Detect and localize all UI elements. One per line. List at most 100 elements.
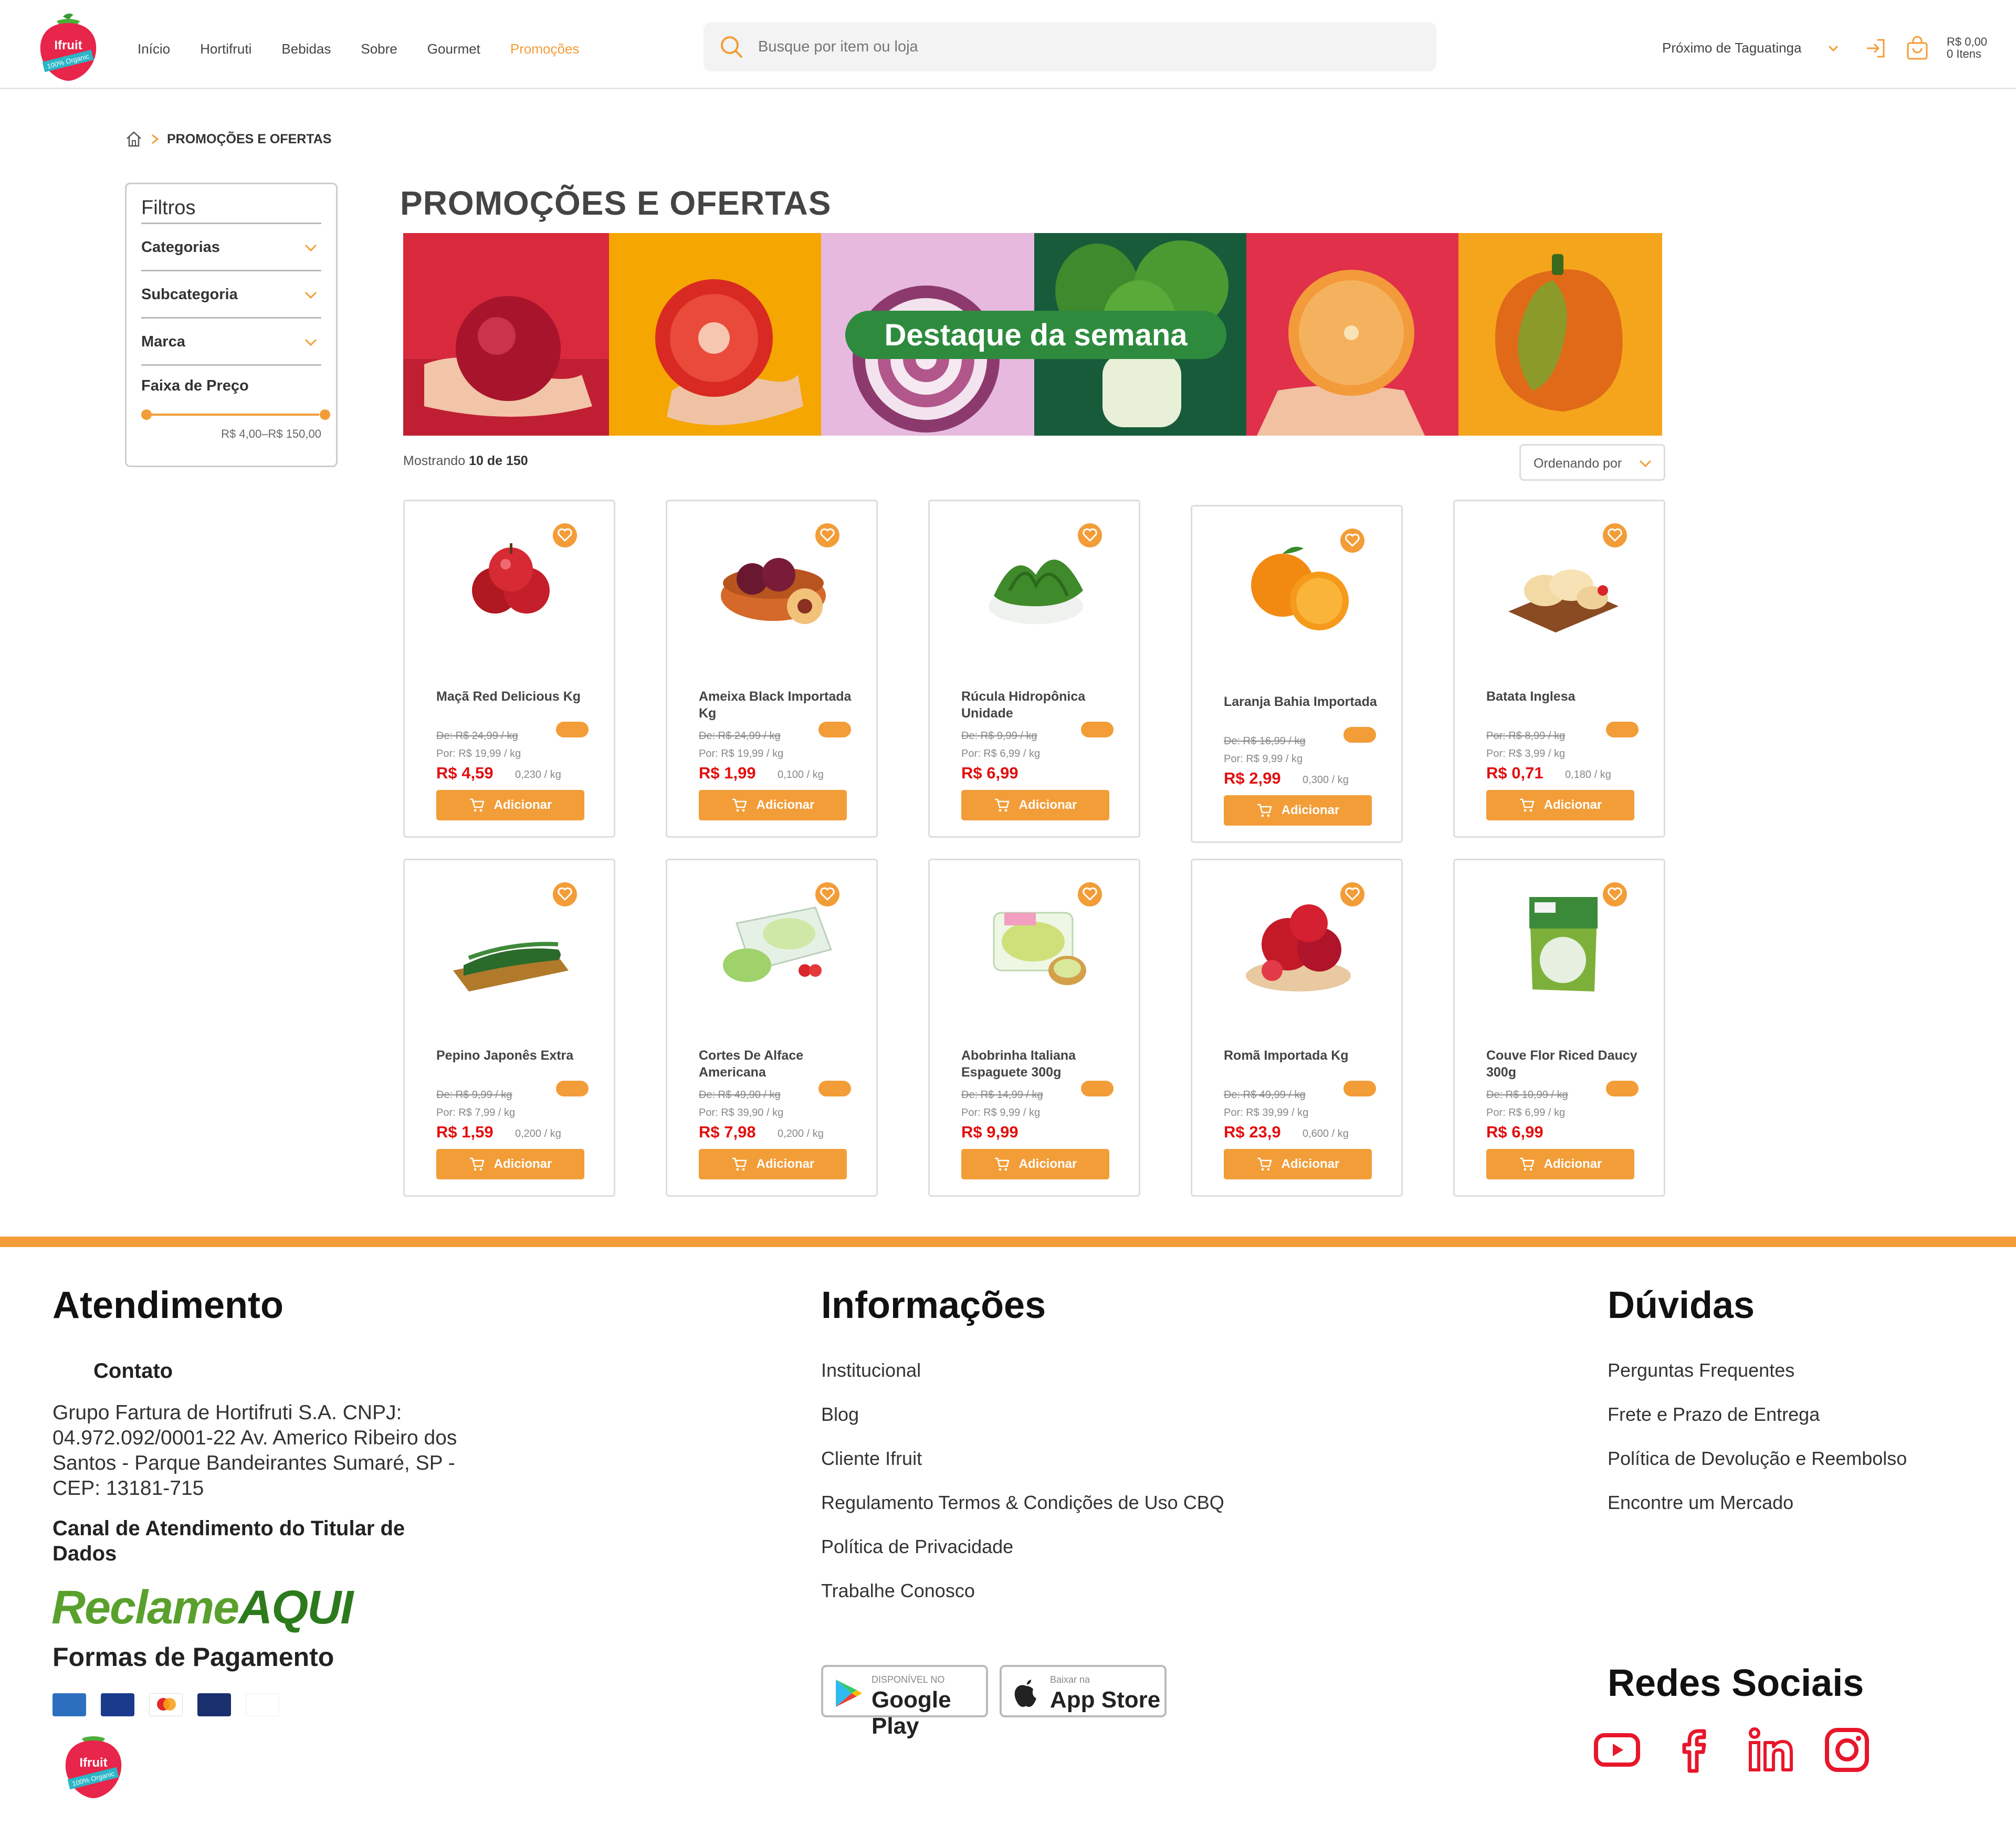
ifruit-footer-logo[interactable]: Ifruit 100% Organic: [61, 1729, 126, 1799]
product-card[interactable]: Abobrinha Italiana Espaguete 300g De: R$…: [928, 859, 1140, 1197]
add-to-cart-button[interactable]: Adicionar: [699, 1149, 847, 1179]
chevron-right-icon: [152, 134, 159, 144]
product-name[interactable]: Couve Flor Riced Daucy 300g: [1486, 1047, 1644, 1081]
product-price: R$ 7,98: [699, 1123, 756, 1141]
footer-info-link[interactable]: Política de Privacidade: [821, 1536, 1013, 1558]
breadcrumb: PROMOÇÕES E OFERTAS: [125, 130, 331, 148]
cart-icon: [994, 798, 1009, 812]
shopping-bag-icon[interactable]: [1905, 36, 1930, 61]
product-card[interactable]: Laranja Bahia Importada De: R$ 16,99 / k…: [1191, 505, 1403, 843]
product-card[interactable]: Maçã Red Delicious Kg De: R$ 24,99 / kg …: [403, 500, 615, 838]
add-to-cart-button[interactable]: Adicionar: [961, 790, 1109, 820]
chevron-down-icon[interactable]: [303, 290, 318, 301]
youtube-icon[interactable]: [1591, 1724, 1643, 1776]
old-price: De: R$ 24,99 / kg: [699, 730, 781, 742]
login-icon[interactable]: [1865, 37, 1888, 60]
filter-subcategoria[interactable]: Subcategoria: [141, 271, 321, 319]
product-card[interactable]: Batata Inglesa Por: R$ 8,99 / kg Por: R$…: [1453, 500, 1665, 838]
pomegranate-image: [1246, 904, 1351, 991]
breadcrumb-current[interactable]: PROMOÇÕES E OFERTAS: [167, 132, 331, 147]
product-card[interactable]: Cortes De Alface Americana De: R$ 49,90 …: [666, 859, 878, 1197]
nav-bebidas[interactable]: Bebidas: [281, 41, 331, 57]
product-card[interactable]: Rúcula Hidropônica Unidade De: R$ 9,99 /…: [928, 500, 1140, 838]
linkedin-icon[interactable]: [1744, 1724, 1797, 1776]
slider-handle-min[interactable]: [141, 409, 152, 420]
product-card[interactable]: Pepino Japonês Extra De: R$ 9,99 / kg Po…: [403, 859, 615, 1197]
reclame-aqui-logo[interactable]: ReclameAQUI: [51, 1581, 353, 1635]
add-to-cart-button[interactable]: Adicionar: [436, 1149, 584, 1179]
product-name[interactable]: Romã Importada Kg: [1224, 1047, 1381, 1064]
product-name[interactable]: Laranja Bahia Importada: [1224, 693, 1381, 710]
filter-categorias[interactable]: Categorias: [141, 224, 321, 271]
google-pay-icon: [246, 1693, 279, 1716]
home-icon[interactable]: [125, 130, 143, 148]
product-name[interactable]: Ameixa Black Importada Kg: [699, 688, 856, 722]
add-to-cart-button[interactable]: Adicionar: [1486, 1149, 1634, 1179]
product-name[interactable]: Maçã Red Delicious Kg: [436, 688, 594, 705]
product-name[interactable]: Rúcula Hidropônica Unidade: [961, 688, 1119, 722]
price-range-slider[interactable]: [141, 404, 330, 425]
product-price: R$ 4,59: [436, 764, 494, 782]
add-to-cart-button[interactable]: Adicionar: [961, 1149, 1109, 1179]
footer-duvidas-link[interactable]: Frete e Prazo de Entrega: [1608, 1404, 1820, 1426]
cart-icon: [994, 1157, 1009, 1171]
cart-icon: [732, 1157, 747, 1171]
ifruit-logo[interactable]: Ifruit 100% Organic: [36, 12, 101, 82]
product-name[interactable]: Abobrinha Italiana Espaguete 300g: [961, 1047, 1119, 1081]
search-icon[interactable]: [719, 35, 743, 59]
footer-info-link[interactable]: Trabalhe Conosco: [821, 1580, 975, 1602]
footer-duvidas-link[interactable]: Perguntas Frequentes: [1608, 1359, 1794, 1381]
slider-handle-max[interactable]: [320, 409, 330, 420]
add-to-cart-button[interactable]: Adicionar: [436, 790, 584, 820]
footer-duvidas-link[interactable]: Encontre um Mercado: [1608, 1492, 1793, 1514]
footer-info-link[interactable]: Blog: [821, 1404, 859, 1426]
footer-info-link[interactable]: Cliente Ifruit: [821, 1448, 922, 1470]
add-to-cart-button[interactable]: Adicionar: [1486, 790, 1634, 820]
discount-tag: [1343, 727, 1376, 743]
chevron-down-icon[interactable]: [303, 337, 318, 348]
product-card[interactable]: Romã Importada Kg De: R$ 49,99 / kg Por:…: [1191, 859, 1403, 1197]
facebook-icon[interactable]: [1667, 1724, 1720, 1776]
product-name[interactable]: Cortes De Alface Americana: [699, 1047, 856, 1081]
nav-hortifruti[interactable]: Hortifruti: [200, 41, 251, 57]
contact-title[interactable]: Contato: [93, 1359, 173, 1383]
sort-dropdown[interactable]: Ordenando por: [1519, 444, 1665, 481]
chevron-down-icon[interactable]: [1826, 41, 1841, 56]
banner-pill[interactable]: Destaque da semana: [845, 311, 1226, 359]
app-store-button[interactable]: Baixar na App Store: [1000, 1665, 1167, 1717]
footer-info-link[interactable]: Institucional: [821, 1359, 921, 1381]
add-to-cart-label: Adicionar: [1544, 1157, 1602, 1171]
cart-icon: [1519, 798, 1534, 812]
discount-tag: [556, 722, 589, 737]
add-to-cart-button[interactable]: Adicionar: [699, 790, 847, 820]
product-name[interactable]: Pepino Japonês Extra: [436, 1047, 594, 1064]
instagram-icon[interactable]: [1821, 1724, 1873, 1776]
search-input[interactable]: [758, 36, 1388, 58]
banner-grapefruit: [1246, 233, 1458, 436]
product-name[interactable]: Batata Inglesa: [1486, 688, 1644, 705]
nav-promocoes[interactable]: Promoções: [510, 41, 580, 57]
nav-gourmet[interactable]: Gourmet: [427, 41, 480, 57]
nav-inicio[interactable]: Início: [138, 41, 170, 57]
banner-pepper: [1458, 233, 1662, 436]
product-card[interactable]: Ameixa Black Importada Kg De: R$ 24,99 /…: [666, 500, 878, 838]
location-selector[interactable]: Próximo de Taguatinga: [1662, 40, 1801, 56]
add-to-cart-button[interactable]: Adicionar: [1224, 1149, 1372, 1179]
google-play-button[interactable]: DISPONÍVEL NO Google Play: [821, 1665, 988, 1739]
lettuce-image: [723, 906, 832, 982]
chevron-down-icon[interactable]: [303, 243, 318, 254]
old-price: De: R$ 9,99 / kg: [436, 1089, 512, 1101]
product-card[interactable]: Couve Flor Riced Daucy 300g De: R$ 10,99…: [1453, 859, 1665, 1197]
data-owner-channel[interactable]: Canal de Atendimento do Titular de Dados: [52, 1516, 452, 1566]
cart-summary[interactable]: R$ 0,00 0 Itens: [1947, 36, 1987, 60]
cart-icon: [1257, 804, 1272, 817]
filter-marca[interactable]: Marca: [141, 319, 321, 366]
results-number: 10 de 150: [469, 453, 528, 468]
footer-duvidas-link[interactable]: Política de Devolução e Reembolso: [1608, 1448, 1907, 1470]
nav-sobre[interactable]: Sobre: [361, 41, 397, 57]
product-weight: 0,600 / kg: [1303, 1128, 1349, 1139]
footer-info-link[interactable]: Regulamento Termos & Condições de Uso CB…: [821, 1492, 1224, 1514]
discount-tag: [1081, 722, 1114, 737]
add-to-cart-button[interactable]: Adicionar: [1224, 795, 1372, 826]
old-price: De: R$ 24,99 / kg: [436, 730, 518, 742]
